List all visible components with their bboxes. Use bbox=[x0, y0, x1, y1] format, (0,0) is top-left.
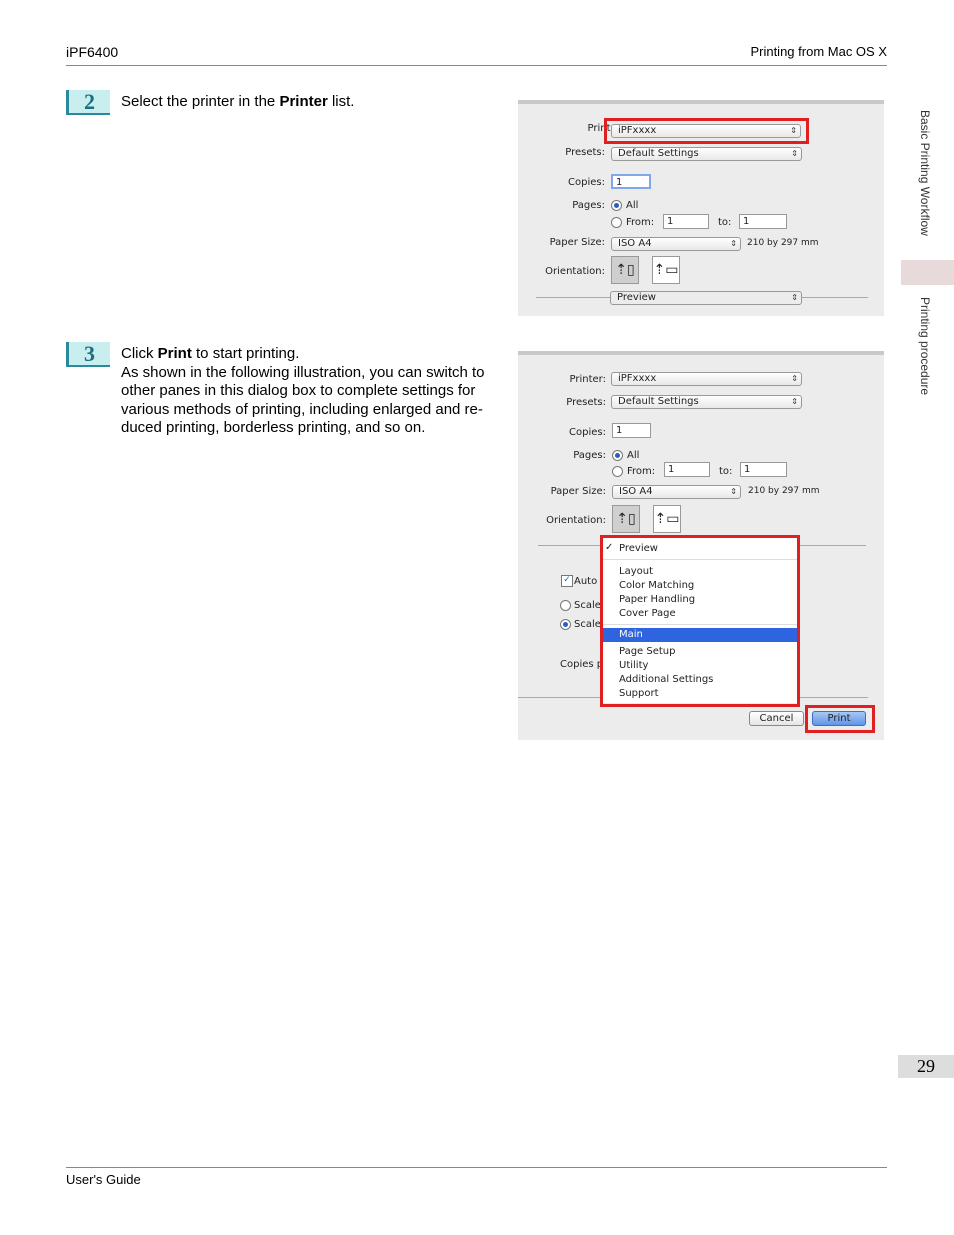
print-dialog-screenshot-1: Printer: iPFxxxx ⇕ Presets: Default Setti… bbox=[518, 100, 884, 316]
step-3-text: Click Print to start printing. As shown … bbox=[121, 345, 506, 438]
paper-size-popup-value: ISO A4 bbox=[619, 486, 653, 497]
scale-radio-1[interactable] bbox=[560, 600, 571, 611]
copies-label: Copies: bbox=[568, 177, 605, 188]
footer-left: User's Guide bbox=[66, 1172, 141, 1187]
updown-arrows-icon: ⇕ bbox=[730, 239, 737, 248]
printer-highlight-box bbox=[604, 118, 809, 144]
portrait-orientation-icon[interactable]: ⇡▯ bbox=[612, 505, 640, 533]
paper-size-popup-value: ISO A4 bbox=[618, 238, 652, 249]
step-number-3: 3 bbox=[66, 342, 110, 367]
scale-label-1: Scale bbox=[574, 600, 601, 611]
to-label: to: bbox=[719, 466, 733, 477]
presets-popup[interactable]: Default Settings ⇕ bbox=[611, 147, 802, 161]
presets-label: Presets: bbox=[566, 397, 606, 408]
cancel-button[interactable]: Cancel bbox=[749, 711, 804, 726]
presets-popup-value: Default Settings bbox=[618, 396, 699, 407]
menu-highlight-box bbox=[600, 535, 800, 707]
auto-checkbox[interactable]: ✓ bbox=[561, 575, 573, 587]
paper-size-label: Paper Size: bbox=[549, 237, 605, 248]
pages-from-radio[interactable] bbox=[612, 466, 623, 477]
paper-size-popup[interactable]: ISO A4 ⇕ bbox=[611, 237, 741, 251]
pages-all-radio[interactable] bbox=[612, 450, 623, 461]
pages-label: Pages: bbox=[573, 450, 606, 461]
portrait-orientation-icon[interactable]: ⇡▯ bbox=[611, 256, 639, 284]
step-3-text-start: Click bbox=[121, 345, 158, 362]
to-label: to: bbox=[718, 217, 732, 228]
pages-all-label: All bbox=[627, 450, 640, 461]
printer-popup[interactable]: iPFxxxx ⇕ bbox=[611, 372, 802, 386]
header-left: iPF6400 bbox=[66, 44, 119, 60]
step-3-text-end: to start printing. bbox=[191, 345, 300, 362]
step-number-2: 2 bbox=[66, 90, 110, 115]
pane-popup-value: Preview bbox=[617, 292, 656, 303]
orientation-label: Orientation: bbox=[546, 515, 606, 526]
header-rule bbox=[66, 65, 887, 66]
step-3-text-bold: Print bbox=[157, 345, 192, 362]
presets-label: Presets: bbox=[565, 147, 605, 158]
side-tab-subsection: Printing procedure bbox=[918, 297, 932, 396]
pages-from-label: From: bbox=[627, 466, 656, 477]
side-tab-section: Basic Printing Workflow bbox=[918, 110, 932, 236]
pages-all-label: All bbox=[626, 200, 639, 211]
side-tab-marker bbox=[901, 260, 954, 285]
from-field[interactable]: 1 bbox=[664, 462, 710, 477]
auto-label: Auto bbox=[574, 576, 598, 587]
pages-from-label: From: bbox=[626, 217, 655, 228]
step-3-paragraph: As shown in the following illustration, … bbox=[121, 363, 485, 437]
copies-label: Copies: bbox=[569, 427, 606, 438]
scale-label-2: Scale bbox=[574, 619, 601, 630]
paper-dimensions: 210 by 297 mm bbox=[748, 486, 820, 496]
paper-size-label: Paper Size: bbox=[550, 486, 606, 497]
step-2-text-bold: Printer bbox=[279, 93, 328, 110]
pane-popup[interactable]: Preview ⇕ bbox=[610, 291, 802, 305]
paper-dimensions: 210 by 297 mm bbox=[747, 238, 819, 248]
paper-size-popup[interactable]: ISO A4 ⇕ bbox=[612, 485, 741, 499]
copies-field[interactable]: 1 bbox=[611, 174, 651, 189]
from-field[interactable]: 1 bbox=[663, 214, 709, 229]
updown-arrows-icon: ⇕ bbox=[791, 397, 798, 406]
print-dialog-screenshot-2: Printer: iPFxxxx ⇕ Presets: Default Setti… bbox=[518, 351, 884, 740]
step-2-text-end: list. bbox=[327, 93, 355, 110]
page-number: 29 bbox=[898, 1055, 954, 1078]
step-2-text: Select the printer in the Printer list. bbox=[121, 93, 354, 112]
header-right: Printing from Mac OS X bbox=[750, 44, 887, 59]
printer-popup-value: iPFxxxx bbox=[618, 373, 657, 384]
to-field[interactable]: 1 bbox=[739, 214, 787, 229]
pages-from-radio[interactable] bbox=[611, 217, 622, 228]
updown-arrows-icon: ⇕ bbox=[791, 374, 798, 383]
to-field[interactable]: 1 bbox=[740, 462, 787, 477]
presets-popup[interactable]: Default Settings ⇕ bbox=[611, 395, 802, 409]
pages-label: Pages: bbox=[572, 200, 605, 211]
updown-arrows-icon: ⇕ bbox=[791, 149, 798, 158]
scale-radio-2[interactable] bbox=[560, 619, 571, 630]
landscape-orientation-icon[interactable]: ⇡▭ bbox=[653, 505, 681, 533]
pages-all-radio[interactable] bbox=[611, 200, 622, 211]
presets-popup-value: Default Settings bbox=[618, 148, 699, 159]
copies-field[interactable]: 1 bbox=[612, 423, 651, 438]
orientation-label: Orientation: bbox=[545, 266, 605, 277]
printer-label: Printer: bbox=[569, 374, 606, 385]
footer-rule bbox=[66, 1167, 887, 1168]
copies-per-label: Copies p bbox=[560, 659, 604, 670]
print-highlight-box bbox=[805, 705, 875, 733]
updown-arrows-icon: ⇕ bbox=[730, 487, 737, 496]
landscape-orientation-icon[interactable]: ⇡▭ bbox=[652, 256, 680, 284]
updown-arrows-icon: ⇕ bbox=[791, 293, 798, 302]
step-2-text-start: Select the printer in the bbox=[121, 93, 280, 110]
